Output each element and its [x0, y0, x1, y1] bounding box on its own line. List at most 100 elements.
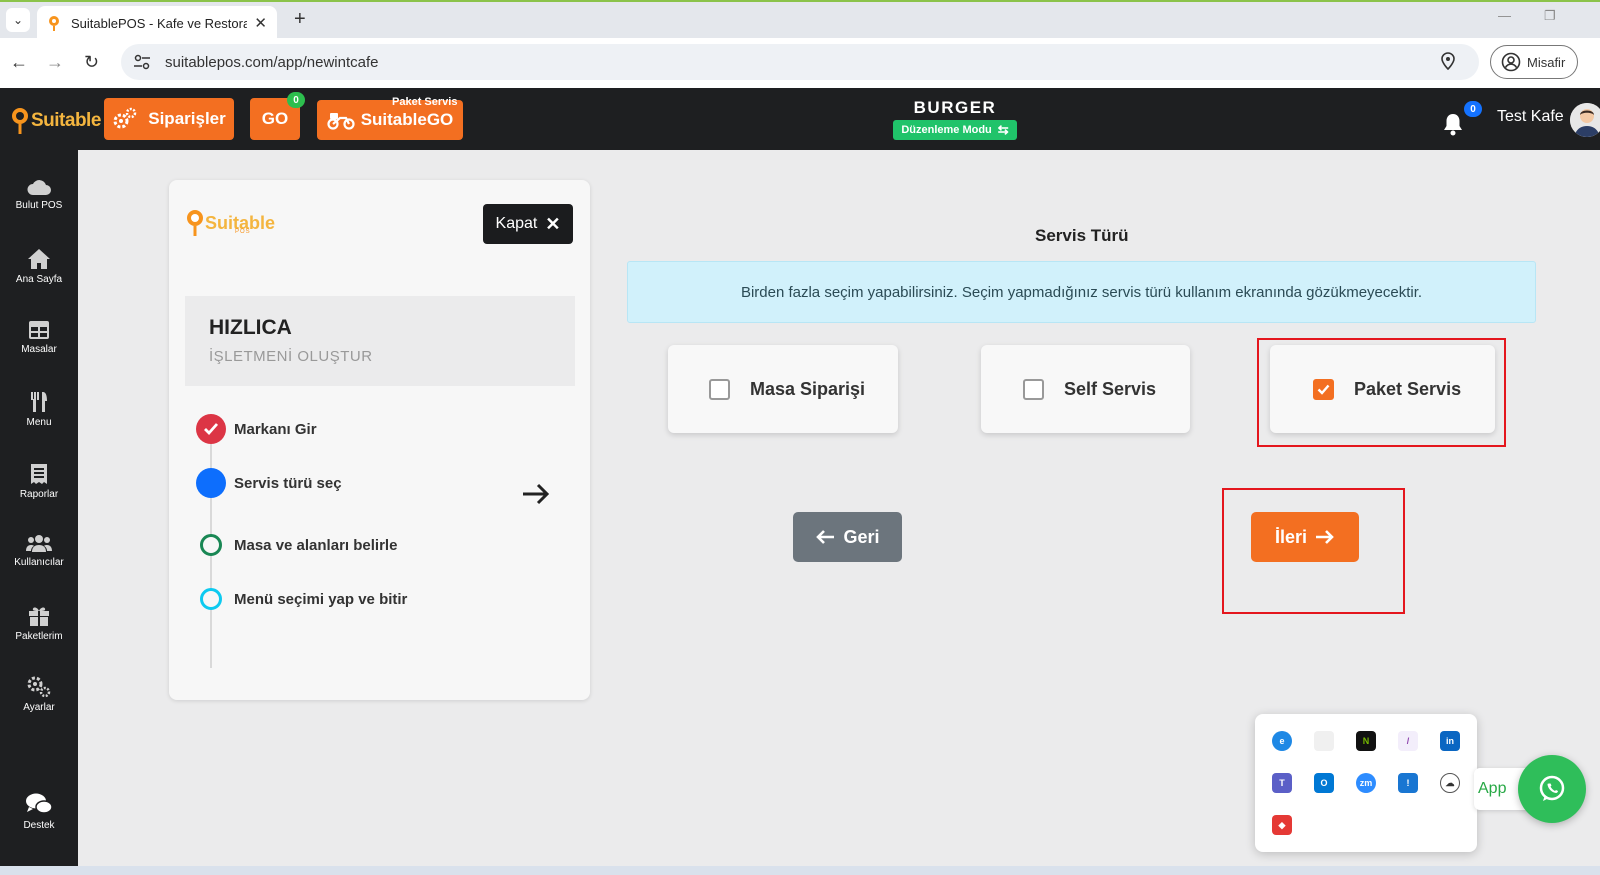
close-button[interactable]: Kapat ✕ — [483, 204, 573, 244]
user-name[interactable]: Test Kafe — [1497, 108, 1564, 126]
setup-wizard-panel: Suitable POS Kapat ✕ HIZLICA İŞLETMENİ O… — [169, 180, 590, 700]
cloud-off-icon[interactable]: ☁ — [1440, 773, 1460, 793]
step-servis: Servis türü seç — [196, 468, 342, 498]
user-avatar-icon — [1570, 103, 1600, 137]
notification-bell-icon[interactable] — [1442, 112, 1464, 136]
option-self-servis[interactable]: Self Servis — [981, 345, 1190, 433]
suitable-favicon-icon — [49, 16, 59, 31]
new-tab-icon[interactable]: + — [294, 8, 306, 31]
checkbox[interactable] — [1023, 378, 1044, 400]
whatsapp-icon — [1539, 775, 1565, 801]
linkedin-icon[interactable]: in — [1440, 731, 1460, 751]
step-label: Servis türü seç — [234, 474, 342, 492]
sidebar-item-ayarlar[interactable]: Ayarlar — [0, 676, 78, 713]
service-type-title: Servis Türü — [1035, 226, 1129, 245]
back-label: Geri — [843, 526, 880, 547]
table-icon — [29, 321, 49, 339]
edge-icon[interactable]: e — [1272, 731, 1292, 751]
edit-mode-toggle[interactable]: Düzenleme Modu ⇆ — [893, 120, 1017, 140]
go-badge: 0 — [287, 92, 305, 108]
quill-icon[interactable]: / — [1398, 731, 1418, 751]
store-info: BURGER Düzenleme Modu ⇆ — [878, 98, 1032, 140]
reload-icon[interactable]: ↻ — [84, 52, 99, 73]
close-label: Kapat — [495, 215, 538, 232]
arrow-right-icon — [523, 483, 550, 505]
sidebar-item-raporlar[interactable]: Raporlar — [0, 463, 78, 500]
step-masa: Masa ve alanları belirle — [200, 534, 397, 556]
highlight-next-button — [1222, 488, 1405, 614]
check-circle-icon — [196, 414, 226, 444]
orders-button[interactable]: Siparişler — [104, 98, 234, 140]
guest-profile-button[interactable]: Misafir — [1490, 45, 1578, 79]
current-step-dot — [196, 468, 226, 498]
tab-title: SuitablePOS - Kafe ve Restoran — [71, 15, 247, 31]
header-logo[interactable]: Suitable — [9, 106, 101, 136]
tab-close-icon[interactable]: ✕ — [254, 14, 267, 32]
sidebar-item-label: Ana Sayfa — [15, 274, 63, 285]
arrow-left-icon — [816, 530, 835, 544]
logo-pin-icon — [12, 108, 28, 134]
browser-tab[interactable]: SuitablePOS - Kafe ve Restoran ✕ — [37, 6, 277, 40]
back-button[interactable]: Geri — [793, 512, 902, 562]
restore-icon[interactable]: ❐ — [1544, 8, 1556, 24]
outlook-icon[interactable]: O — [1314, 773, 1334, 793]
profile-icon — [1501, 52, 1521, 72]
url-field[interactable]: suitablepos.com/app/newintcafe — [121, 44, 1479, 80]
wizard-logo: Suitable POS — [185, 208, 275, 238]
suitablego-label: SuitableGO — [360, 110, 454, 129]
tab-list-chevron-icon[interactable]: ⌄ — [6, 8, 30, 32]
sidebar-item-kullanicilar[interactable]: Kullanıcılar — [0, 533, 78, 568]
teams-icon[interactable]: T — [1272, 773, 1292, 793]
location-pin-icon[interactable] — [1441, 52, 1455, 70]
sidebar-item-label: Masalar — [21, 344, 57, 355]
pending-step-ring — [200, 588, 222, 610]
logo-pin-icon — [187, 210, 203, 236]
whatsapp-button[interactable] — [1518, 755, 1586, 823]
sidebar-item-ana-sayfa[interactable]: Ana Sayfa — [0, 248, 78, 285]
edit-mode-label: Düzenleme Modu — [901, 124, 992, 136]
blank-app-icon[interactable] — [1314, 731, 1334, 751]
scooter-icon — [327, 113, 355, 130]
highlight-paket-servis — [1257, 338, 1506, 447]
forward-icon[interactable]: → — [46, 52, 64, 73]
avatar[interactable] — [1570, 103, 1600, 137]
site-settings-icon[interactable] — [133, 54, 151, 70]
wizard-hero: HIZLICA İŞLETMENİ OLUŞTUR — [185, 296, 575, 386]
os-taskbar — [0, 866, 1600, 875]
sidebar-item-destek[interactable]: Destek — [0, 792, 78, 831]
security-shield-icon[interactable]: ! — [1398, 773, 1418, 793]
info-alert: Birden fazla seçim yapabilirsiniz. Seçim… — [627, 261, 1536, 323]
home-icon — [28, 249, 50, 269]
checkbox[interactable] — [709, 378, 730, 400]
option-label: Masa Siparişi — [750, 378, 866, 399]
orders-label: Siparişler — [148, 109, 226, 128]
close-icon: ✕ — [545, 213, 561, 234]
guest-label: Misafir — [1527, 54, 1566, 70]
wizard-title: HIZLICA — [209, 316, 292, 339]
option-masa-siparisi[interactable]: Masa Siparişi — [668, 345, 898, 433]
sidebar-item-menu[interactable]: Menu — [0, 391, 78, 428]
logo-text: Suitable — [31, 110, 101, 131]
url-text: suitablepos.com/app/newintcafe — [165, 53, 379, 71]
zoom-icon[interactable]: zm — [1356, 773, 1376, 793]
go-label: GO — [261, 109, 289, 128]
chat-bubbles-icon — [26, 793, 53, 814]
sidebar-item-bulut-pos[interactable]: Bulut POS — [0, 178, 78, 211]
sidebar-item-masalar[interactable]: Masalar — [0, 320, 78, 355]
system-tray-popup: e N / in T O zm ! ☁ ◆ — [1255, 714, 1477, 852]
browser-tabstrip: ⌄ SuitablePOS - Kafe ve Restoran ✕ + — ❐ — [0, 0, 1600, 40]
sidebar-item-label: Menu — [26, 417, 52, 428]
pending-step-ring — [200, 534, 222, 556]
minimize-icon[interactable]: — — [1498, 8, 1511, 23]
anydesk-icon[interactable]: ◆ — [1272, 815, 1292, 835]
app-header — [0, 88, 1600, 150]
back-icon[interactable]: ← — [10, 52, 28, 73]
step-marka: Markanı Gir — [196, 414, 317, 444]
sidebar-item-label: Kullanıcılar — [14, 557, 64, 568]
sidebar-item-label: Raporlar — [19, 489, 59, 500]
step-menu: Menü seçimi yap ve bitir — [200, 588, 407, 610]
step-label: Masa ve alanları belirle — [234, 536, 398, 554]
sidebar-item-paketlerim[interactable]: Paketlerim — [0, 605, 78, 642]
nvidia-icon[interactable]: N — [1356, 731, 1376, 751]
gift-icon — [29, 607, 49, 626]
